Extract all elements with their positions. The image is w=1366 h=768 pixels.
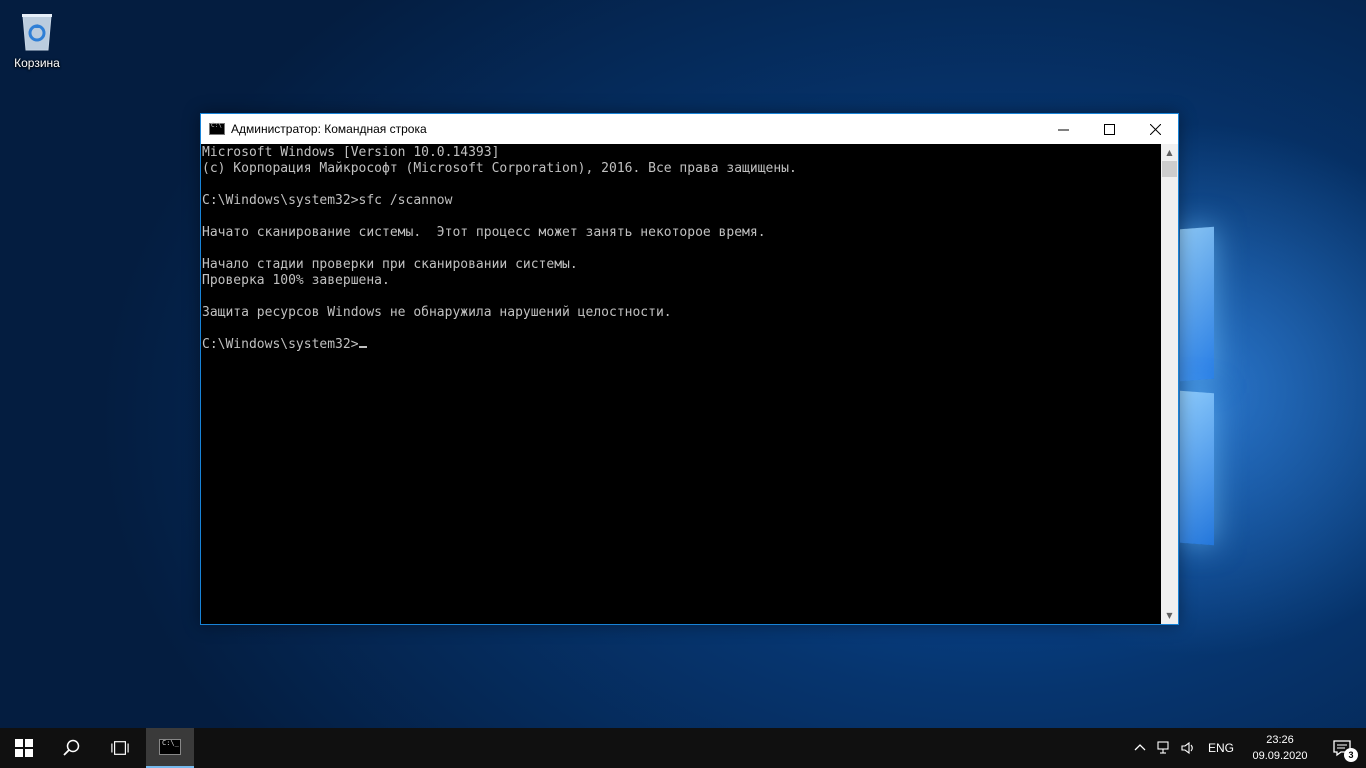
wallpaper-logo-pane-bottom — [1180, 390, 1214, 546]
input-language-button[interactable]: ENG — [1200, 741, 1242, 755]
minimize-icon — [1057, 129, 1069, 130]
minimize-button[interactable] — [1040, 114, 1086, 144]
chevron-up-icon: ▲ — [1166, 148, 1173, 157]
vertical-scrollbar[interactable]: ▲ ▼ — [1161, 144, 1178, 624]
console-line: Начато сканирование системы. Этот процес… — [202, 225, 766, 240]
close-button[interactable] — [1132, 114, 1178, 144]
window-titlebar[interactable]: Администратор: Командная строка — [201, 114, 1178, 144]
window-title: Администратор: Командная строка — [231, 122, 427, 136]
show-hidden-icons-button[interactable] — [1128, 728, 1152, 768]
console-line: (c) Корпорация Майкрософт (Microsoft Cor… — [202, 161, 797, 176]
wallpaper-logo-pane-top — [1180, 226, 1214, 382]
task-view-button[interactable] — [96, 728, 144, 768]
taskbar: ENG 23:26 09.09.2020 3 — [0, 728, 1366, 768]
console-line: Защита ресурсов Windows не обнаружила на… — [202, 305, 672, 320]
task-view-icon — [111, 741, 129, 755]
maximize-icon — [1103, 123, 1115, 135]
scroll-down-button[interactable]: ▼ — [1161, 607, 1178, 624]
console-prompt: C:\Windows\system32> — [202, 337, 359, 352]
network-icon — [1157, 741, 1169, 754]
clock-time: 23:26 — [1266, 734, 1294, 746]
desktop-icon-recycle-bin[interactable]: Корзина — [6, 6, 68, 76]
desktop-icon-label: Корзина — [14, 56, 60, 70]
volume-button[interactable] — [1176, 728, 1200, 768]
cmd-icon — [209, 122, 225, 135]
scroll-thumb[interactable] — [1162, 161, 1177, 177]
volume-icon — [1181, 741, 1193, 755]
recycle-bin-icon — [20, 10, 54, 52]
console-output[interactable]: Microsoft Windows [Version 10.0.14393] (… — [201, 144, 1161, 624]
system-tray: ENG 23:26 09.09.2020 3 — [1128, 728, 1366, 768]
chevron-up-icon — [1134, 744, 1146, 751]
text-cursor — [358, 346, 367, 348]
chevron-down-icon: ▼ — [1166, 611, 1173, 620]
cmd-icon — [159, 739, 181, 755]
console-line: C:\Windows\system32>sfc /scannow — [202, 193, 453, 208]
close-icon — [1149, 123, 1161, 135]
cmd-window[interactable]: Администратор: Командная строка Microsof… — [200, 113, 1179, 625]
start-button[interactable] — [0, 728, 48, 768]
search-button[interactable] — [48, 728, 96, 768]
action-center-button[interactable]: 3 — [1318, 728, 1366, 768]
taskbar-app-cmd[interactable] — [146, 728, 194, 768]
search-icon — [63, 739, 80, 756]
console-line: Начало стадии проверки при сканировании … — [202, 257, 578, 272]
console-line: Проверка 100% завершена. — [202, 273, 390, 288]
scroll-up-button[interactable]: ▲ — [1161, 144, 1178, 161]
windows-start-icon — [15, 739, 33, 757]
notification-count-badge: 3 — [1344, 748, 1358, 762]
clock-date: 09.09.2020 — [1252, 750, 1308, 762]
console-line: Microsoft Windows [Version 10.0.14393] — [202, 145, 500, 160]
clock-button[interactable]: 23:26 09.09.2020 — [1242, 732, 1318, 764]
maximize-button[interactable] — [1086, 114, 1132, 144]
network-button[interactable] — [1152, 728, 1176, 768]
